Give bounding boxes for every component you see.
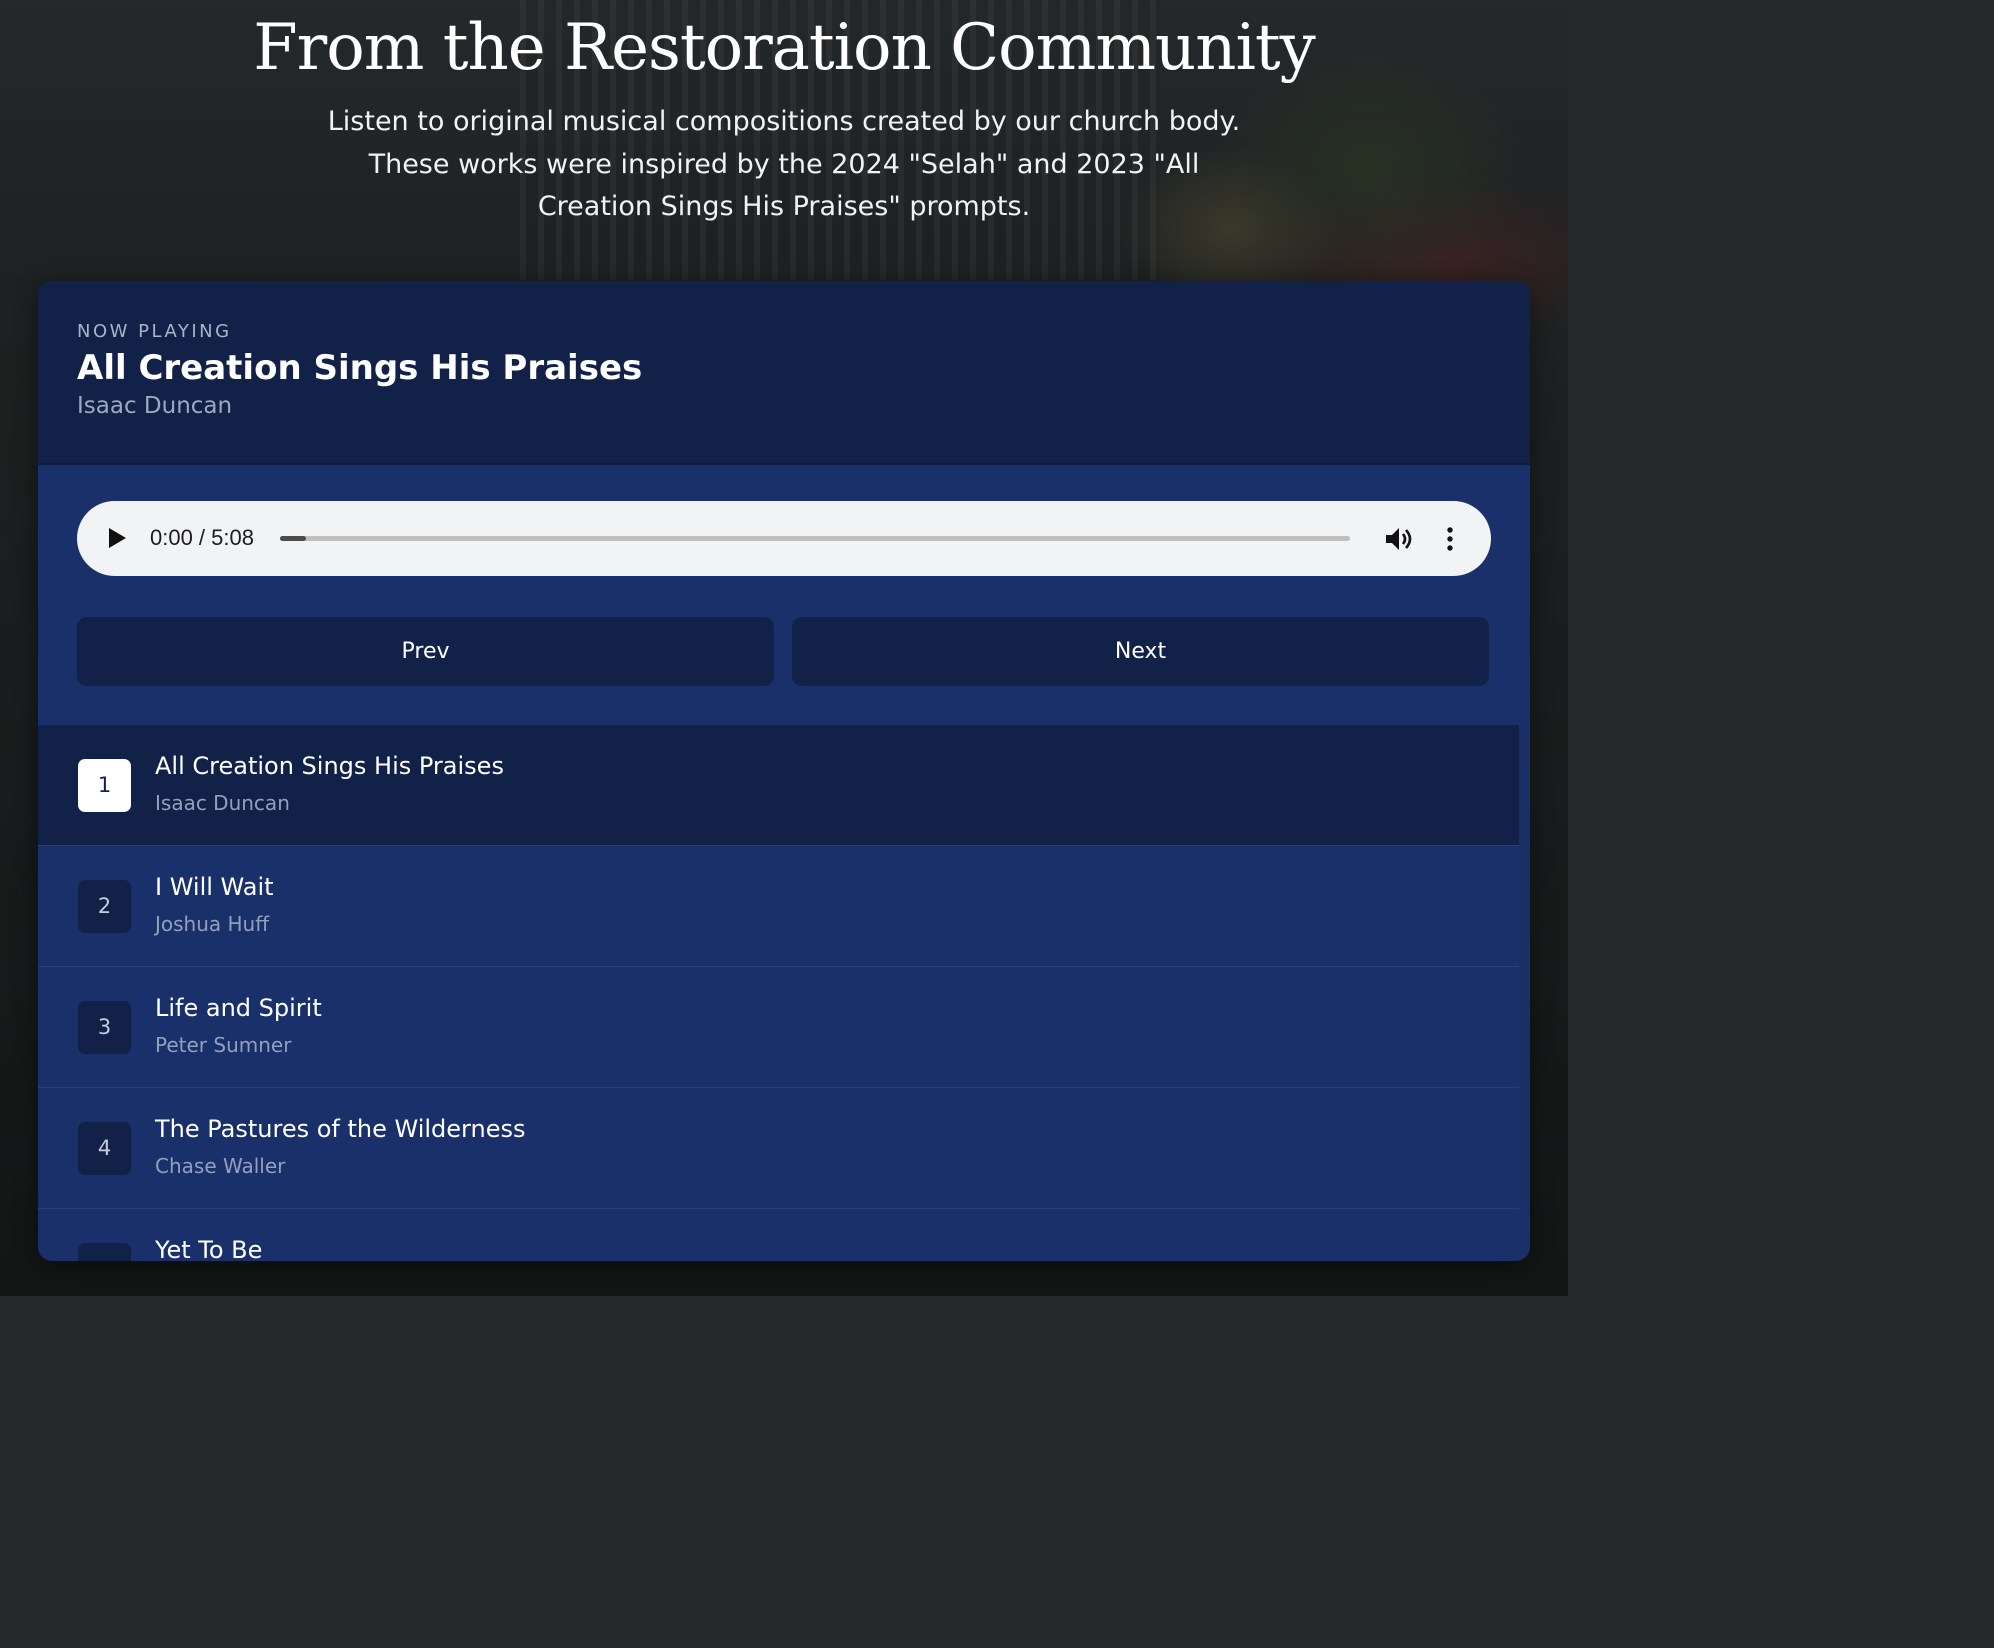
prev-button[interactable]: Prev	[77, 617, 774, 686]
more-options-icon[interactable]	[1443, 526, 1457, 552]
track-item[interactable]: 4 The Pastures of the Wilderness Chase W…	[38, 1088, 1519, 1209]
track-title: All Creation Sings His Praises	[155, 752, 504, 780]
track-number: 3	[78, 1001, 131, 1054]
seek-bar[interactable]	[280, 536, 1350, 541]
track-title: The Pastures of the Wilderness	[155, 1115, 526, 1143]
track-title: Life and Spirit	[155, 994, 322, 1022]
now-playing-section: NOW PLAYING All Creation Sings His Prais…	[38, 281, 1530, 465]
track-title: Yet To Be	[155, 1236, 263, 1261]
volume-icon[interactable]	[1383, 525, 1413, 553]
track-item[interactable]: Yet To Be	[38, 1209, 1519, 1261]
now-playing-title: All Creation Sings His Praises	[77, 348, 643, 388]
track-artist: Peter Sumner	[155, 1033, 292, 1057]
track-artist: Isaac Duncan	[155, 791, 290, 815]
now-playing-label: NOW PLAYING	[77, 321, 232, 342]
track-number: 2	[78, 880, 131, 933]
track-item[interactable]: 1 All Creation Sings His Praises Isaac D…	[38, 725, 1519, 846]
track-artist: Chase Waller	[155, 1154, 286, 1178]
play-icon[interactable]	[109, 528, 126, 548]
now-playing-artist: Isaac Duncan	[77, 393, 233, 419]
next-button[interactable]: Next	[792, 617, 1489, 686]
track-number: 4	[78, 1122, 131, 1175]
track-number	[78, 1243, 131, 1261]
page-subtitle: Listen to original musical compositions …	[327, 106, 1241, 222]
track-item[interactable]: 2 I Will Wait Joshua Huff	[38, 846, 1519, 967]
audio-player: 0:00 / 5:08	[77, 501, 1491, 576]
track-list: 1 All Creation Sings His Praises Isaac D…	[38, 725, 1519, 1261]
track-artist: Joshua Huff	[155, 912, 270, 936]
page-title: From the Restoration Community	[253, 11, 1316, 85]
time-display: 0:00 / 5:08	[150, 525, 254, 550]
track-item[interactable]: 3 Life and Spirit Peter Sumner	[38, 967, 1519, 1088]
track-number: 1	[78, 759, 131, 812]
track-title: I Will Wait	[155, 873, 274, 901]
track-list-scrollbar[interactable]	[1519, 725, 1530, 1201]
music-player-panel: NOW PLAYING All Creation Sings His Prais…	[38, 281, 1530, 1261]
seek-bar-progress	[280, 536, 306, 541]
